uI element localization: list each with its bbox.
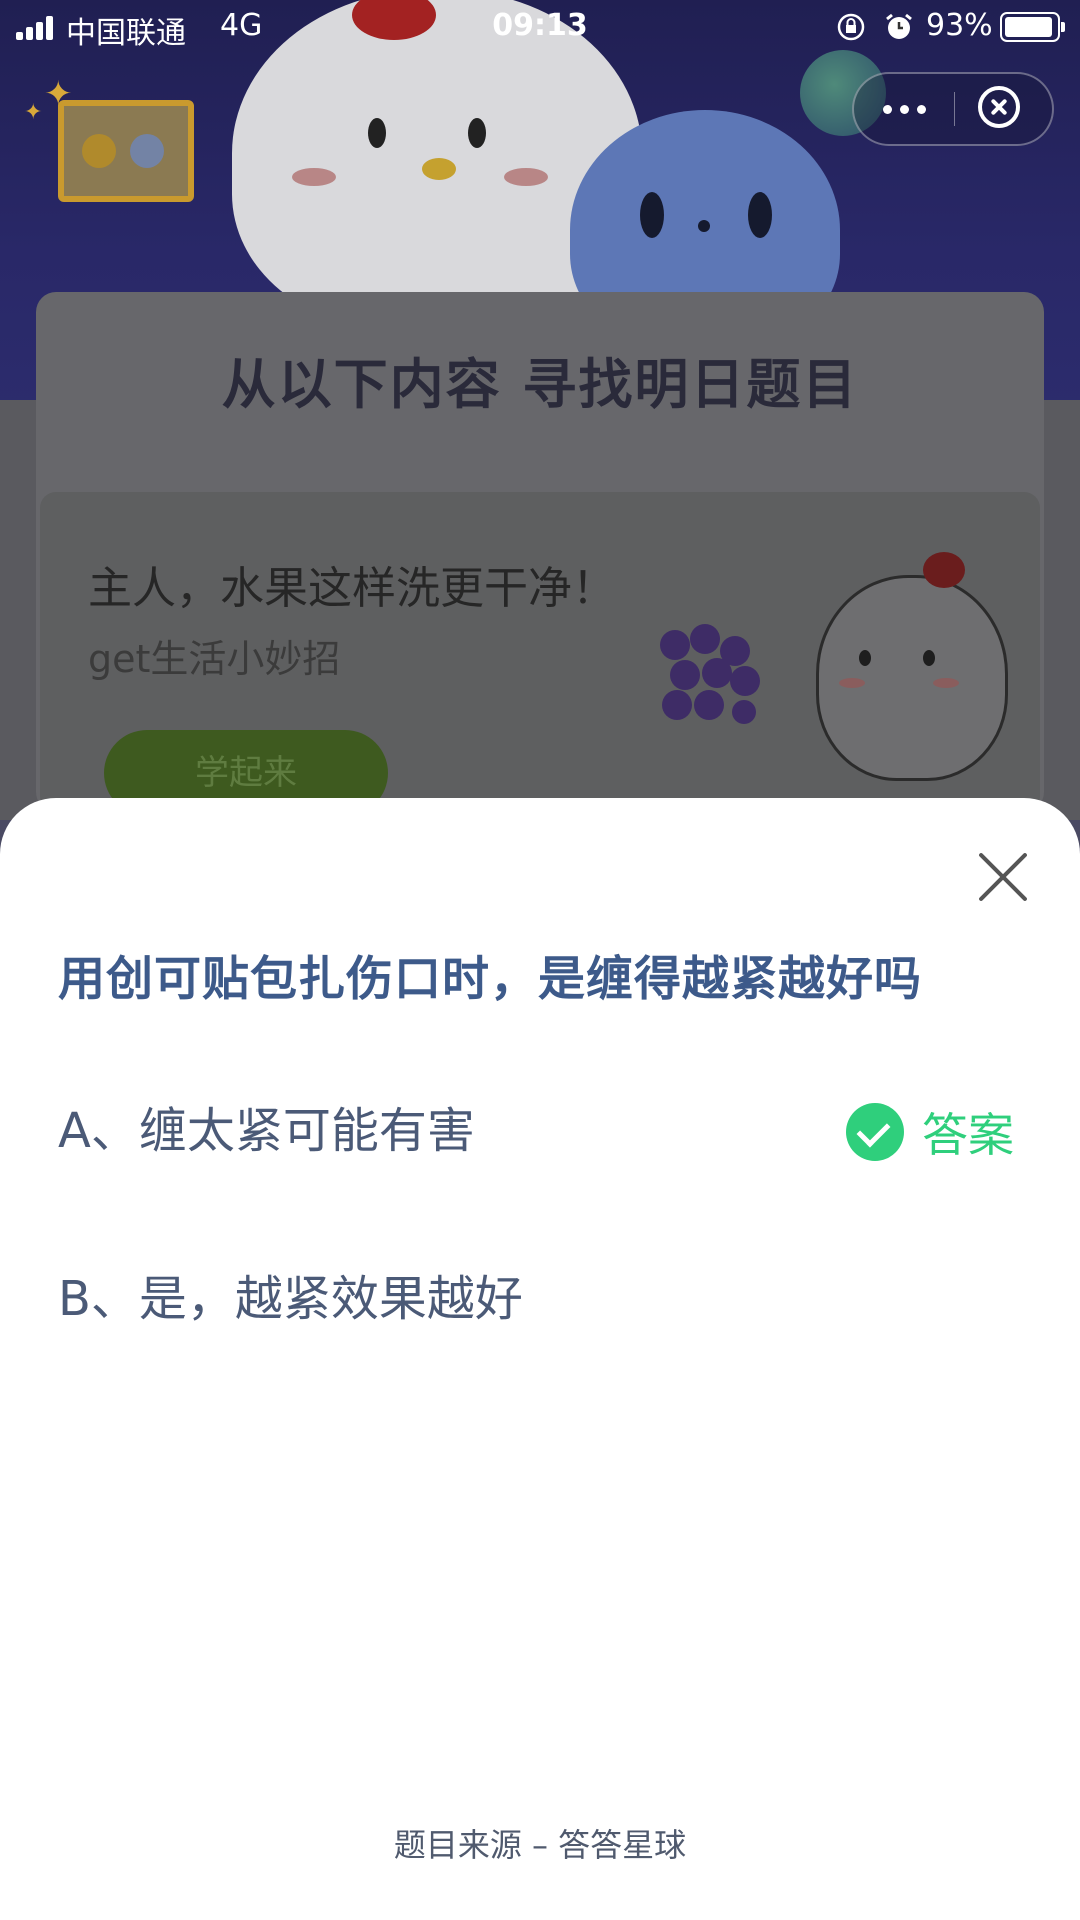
answer-badge: 答案: [846, 1100, 1014, 1164]
close-miniprogram-icon[interactable]: [978, 86, 1020, 128]
close-icon[interactable]: [976, 850, 1030, 904]
alarm-icon: [886, 13, 912, 39]
more-options-button[interactable]: [854, 74, 954, 144]
miniprogram-capsule: [852, 72, 1054, 146]
answer-label: 答案: [922, 1108, 1014, 1162]
promo-subtitle: get生活小妙招: [88, 637, 341, 681]
question-text: 用创可贴包扎伤口时，是缠得越紧越好吗: [58, 952, 922, 1007]
sparkle-icon: ✦: [24, 100, 43, 125]
chick-illustration: [816, 552, 1008, 781]
answer-sheet: 用创可贴包扎伤口时，是缠得越紧越好吗 A、缠太紧可能有害 答案 B、是，越紧效果…: [0, 798, 1080, 1920]
battery-icon: [1000, 12, 1065, 42]
option-b[interactable]: B、是，越紧效果越好: [58, 1254, 1038, 1344]
check-circle-icon: [846, 1103, 904, 1161]
status-bar: 中国联通 4G 09:13 93%: [0, 0, 1080, 56]
promo-headline: 主人，水果这样洗更干净！: [88, 563, 616, 614]
medal-plaque: [58, 100, 194, 202]
question-source: 题目来源 – 答答星球: [393, 1826, 687, 1864]
battery-percent: 93%: [926, 8, 993, 43]
medal-icon: [130, 134, 164, 168]
status-time: 09:13: [492, 8, 588, 43]
medal-icon: [82, 134, 116, 168]
card-title: 从以下内容 寻找明日题目: [221, 353, 859, 416]
rotation-lock-icon: [837, 13, 865, 41]
